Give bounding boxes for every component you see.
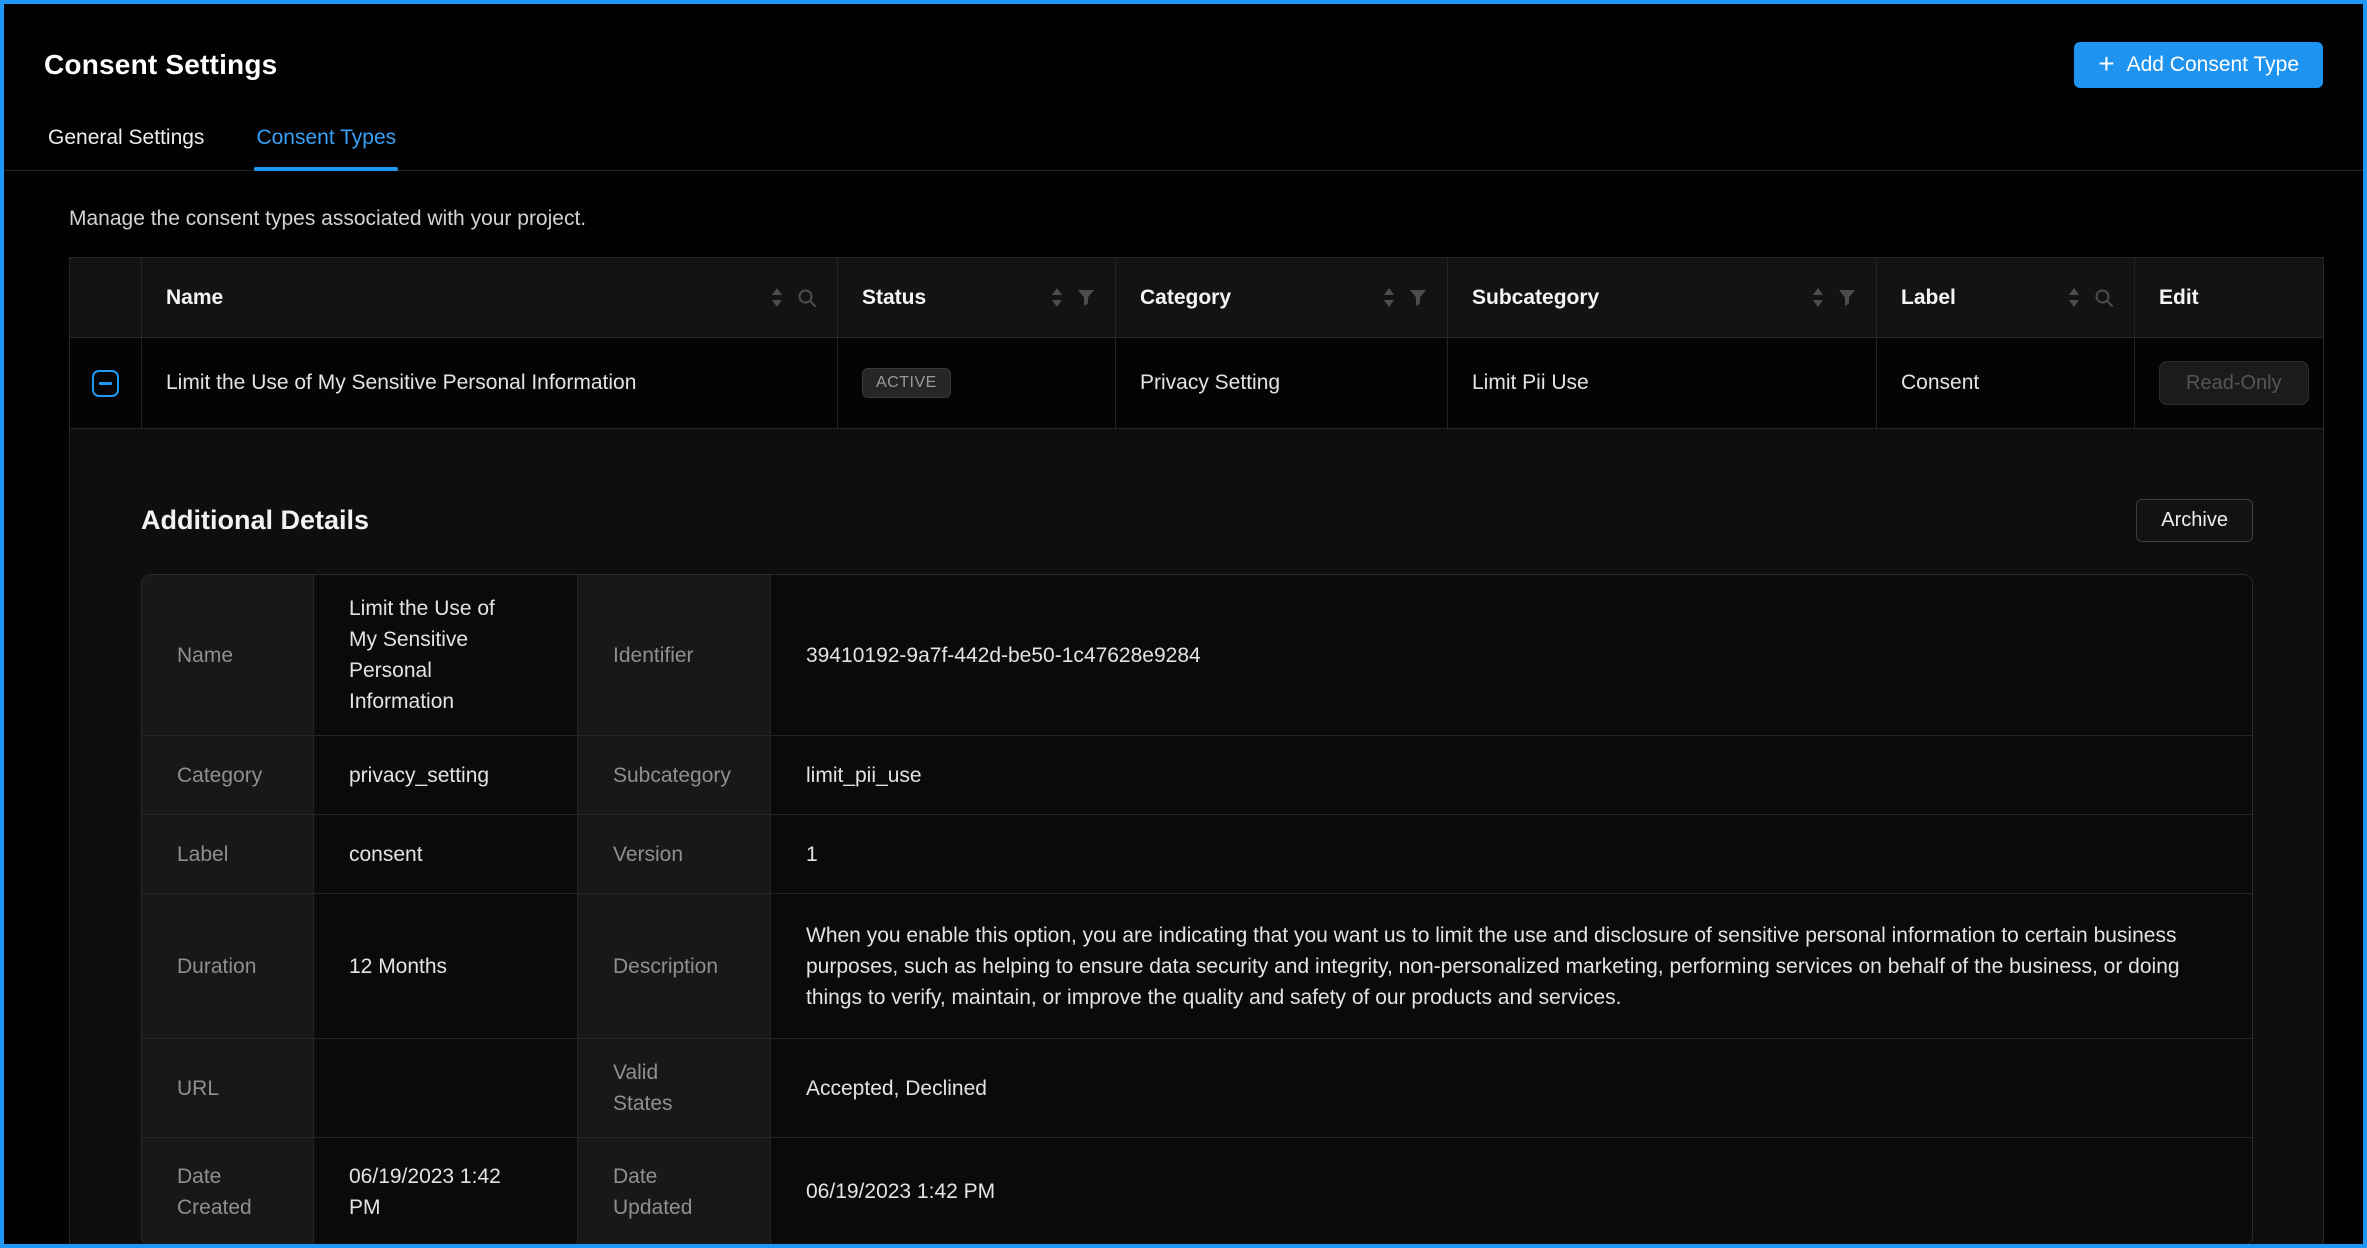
header-edit-label: Edit <box>2159 286 2303 310</box>
search-icon[interactable] <box>2094 288 2114 308</box>
page-description: Manage the consent types associated with… <box>69 207 2321 231</box>
sort-icon[interactable] <box>1050 287 1064 308</box>
header-name-label: Name <box>166 286 770 310</box>
detail-label: URL <box>142 1039 314 1137</box>
detail-value: 06/19/2023 1:42 PM <box>771 1138 2252 1245</box>
sort-icon[interactable] <box>1811 287 1825 308</box>
sort-icon[interactable] <box>1382 287 1396 308</box>
detail-value: consent <box>314 815 578 893</box>
page-header: Consent Settings + Add Consent Type <box>4 4 2363 88</box>
detail-value: 06/19/2023 1:42 PM <box>314 1138 578 1245</box>
detail-value: limit_pii_use <box>771 736 2252 814</box>
header-category-label: Category <box>1140 286 1382 310</box>
detail-value: 1 <box>771 815 2252 893</box>
detail-row-name: Name Limit the Use of My Sensitive Perso… <box>142 575 2252 736</box>
row-name-cell: Limit the Use of My Sensitive Personal I… <box>142 338 838 428</box>
header-edit: Edit <box>2135 258 2323 337</box>
detail-label: Version <box>578 815 771 893</box>
detail-row-url: URL Valid States Accepted, Declined <box>142 1039 2252 1138</box>
filter-icon[interactable] <box>1409 289 1427 307</box>
detail-row-category: Category privacy_setting Subcategory lim… <box>142 736 2252 815</box>
detail-label: Category <box>142 736 314 814</box>
header-expand-column <box>70 258 142 337</box>
consent-settings-page: Consent Settings + Add Consent Type Gene… <box>0 0 2367 1248</box>
detail-value: Accepted, Declined <box>771 1039 2252 1137</box>
row-subcategory-cell: Limit Pii Use <box>1448 338 1877 428</box>
filter-icon[interactable] <box>1077 289 1095 307</box>
detail-label: Duration <box>142 894 314 1038</box>
detail-label: Description <box>578 894 771 1038</box>
detail-label: Valid States <box>578 1039 771 1137</box>
archive-button[interactable]: Archive <box>2136 499 2253 542</box>
header-subcategory[interactable]: Subcategory <box>1448 258 1877 337</box>
sort-icon[interactable] <box>770 287 784 308</box>
add-consent-type-button[interactable]: + Add Consent Type <box>2074 42 2323 88</box>
details-title: Additional Details <box>141 505 369 536</box>
sort-icon[interactable] <box>2067 287 2081 308</box>
detail-value: Limit the Use of My Sensitive Personal I… <box>314 575 578 735</box>
row-expand-cell <box>70 338 142 428</box>
detail-value: privacy_setting <box>314 736 578 814</box>
details-table: Name Limit the Use of My Sensitive Perso… <box>141 574 2253 1246</box>
row-status-cell: ACTIVE <box>838 338 1116 428</box>
table-row: Limit the Use of My Sensitive Personal I… <box>70 338 2323 429</box>
row-edit-cell: Read-Only <box>2135 338 2323 428</box>
row-label-cell: Consent <box>1877 338 2135 428</box>
table-header-row: Name Status Category <box>70 258 2323 338</box>
header-status[interactable]: Status <box>838 258 1116 337</box>
tab-consent-types[interactable]: Consent Types <box>254 114 398 170</box>
consent-types-table: Name Status Category <box>69 257 2324 1248</box>
header-status-label: Status <box>862 286 1050 310</box>
detail-value: When you enable this option, you are ind… <box>771 894 2252 1038</box>
detail-label: Date Updated <box>578 1138 771 1245</box>
tab-bar: General Settings Consent Types <box>4 114 2363 171</box>
collapse-row-button[interactable] <box>92 370 119 397</box>
header-name[interactable]: Name <box>142 258 838 337</box>
header-subcategory-label: Subcategory <box>1472 286 1811 310</box>
detail-value: 12 Months <box>314 894 578 1038</box>
detail-value <box>314 1039 578 1137</box>
page-title: Consent Settings <box>44 49 277 81</box>
expanded-row-panel: Additional Details Archive Name Limit th… <box>70 429 2323 1248</box>
status-badge: ACTIVE <box>862 368 951 398</box>
detail-value: 39410192-9a7f-442d-be50-1c47628e9284 <box>771 575 2252 735</box>
header-category[interactable]: Category <box>1116 258 1448 337</box>
header-label-label: Label <box>1901 286 2067 310</box>
detail-label: Identifier <box>578 575 771 735</box>
add-consent-type-label: Add Consent Type <box>2127 53 2299 77</box>
detail-label: Subcategory <box>578 736 771 814</box>
filter-icon[interactable] <box>1838 289 1856 307</box>
search-icon[interactable] <box>797 288 817 308</box>
header-label[interactable]: Label <box>1877 258 2135 337</box>
detail-row-dates: Date Created 06/19/2023 1:42 PM Date Upd… <box>142 1138 2252 1245</box>
tab-general-settings[interactable]: General Settings <box>46 114 206 170</box>
row-category-cell: Privacy Setting <box>1116 338 1448 428</box>
minus-icon <box>99 382 112 385</box>
detail-label: Date Created <box>142 1138 314 1245</box>
detail-row-label: Label consent Version 1 <box>142 815 2252 894</box>
plus-icon: + <box>2098 50 2114 78</box>
detail-label: Label <box>142 815 314 893</box>
detail-row-duration: Duration 12 Months Description When you … <box>142 894 2252 1039</box>
detail-label: Name <box>142 575 314 735</box>
read-only-button[interactable]: Read-Only <box>2159 361 2309 405</box>
details-header: Additional Details Archive <box>141 499 2253 542</box>
